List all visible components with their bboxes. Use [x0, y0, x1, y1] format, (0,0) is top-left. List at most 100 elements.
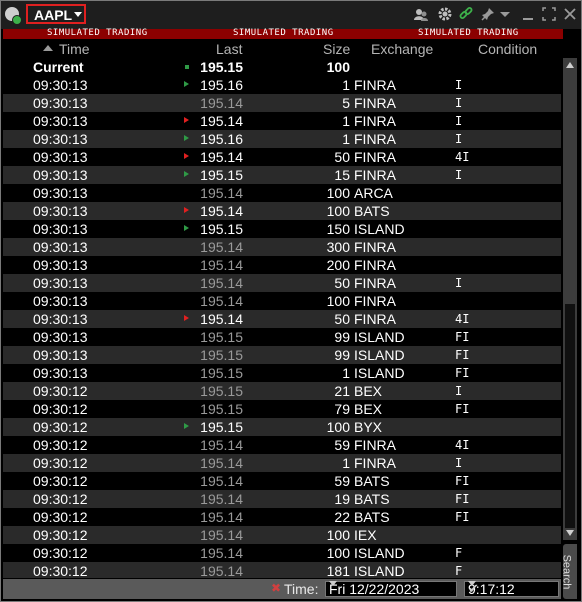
table-row[interactable]: 09:30:12 195.14 59 FINRA 4I	[3, 436, 561, 454]
time-and-sales-window: AAPL SIMULATED TRADING SIMULATED TRADING…	[0, 0, 582, 602]
trade-time: 09:30:12	[33, 437, 88, 453]
menu-caret-icon[interactable]	[498, 7, 512, 21]
trade-last: 195.16	[200, 131, 243, 147]
table-row[interactable]: 09:30:12 195.14 59 BATS FI	[3, 472, 561, 490]
clear-filter-icon[interactable]: ✖	[271, 581, 281, 595]
downtick-icon	[184, 117, 189, 123]
table-row[interactable]: 09:30:12 195.14 22 BATS FI	[3, 508, 561, 526]
trade-exchange: FINRA	[354, 455, 396, 471]
check-icon[interactable]: ✔	[468, 581, 479, 597]
link-icon[interactable]	[459, 7, 473, 21]
scrollbar-thumb[interactable]	[565, 304, 575, 528]
table-row[interactable]: 09:30:13 195.16 1 FINRA I	[3, 76, 561, 94]
banner-text: SIMULATED TRADING	[418, 28, 519, 38]
table-row[interactable]: 09:30:13 195.15 15 FINRA I	[3, 166, 561, 184]
table-row[interactable]: 09:30:13 195.14 50 FINRA 4I	[3, 148, 561, 166]
column-header-exchange[interactable]: Exchange	[371, 41, 433, 57]
trade-time: 09:30:13	[33, 203, 88, 219]
downtick-icon	[184, 207, 189, 213]
search-tab-label: Search	[560, 554, 573, 590]
trade-condition: FI	[455, 402, 470, 416]
table-row[interactable]: 09:30:13 195.15 150 ISLAND	[3, 220, 561, 238]
trade-exchange: FINRA	[354, 149, 396, 165]
sort-ascending-icon[interactable]	[43, 45, 53, 51]
table-row[interactable]: 09:30:13 195.14 5 FINRA I	[3, 94, 561, 112]
column-header-last[interactable]: Last	[216, 41, 242, 57]
maximize-icon[interactable]	[542, 7, 556, 21]
table-row[interactable]: 09:30:13 195.16 1 FINRA I	[3, 130, 561, 148]
column-header-time[interactable]: Time	[59, 41, 90, 57]
current-last: 195.15	[200, 59, 243, 75]
table-row[interactable]: 09:30:13 195.15 1 ISLAND FI	[3, 364, 561, 382]
trade-exchange: ISLAND	[354, 329, 405, 345]
trade-condition: 4I	[455, 150, 470, 164]
table-row[interactable]: 09:30:13 195.14 50 FINRA I	[3, 274, 561, 292]
table-row[interactable]: 09:30:12 195.14 181 ISLAND F	[3, 562, 561, 578]
trade-condition: FI	[455, 330, 470, 344]
column-header-condition[interactable]: Condition	[478, 41, 537, 57]
trade-exchange: ISLAND	[354, 365, 405, 381]
trade-exchange: FINRA	[354, 437, 396, 453]
trade-last: 195.14	[200, 563, 243, 578]
table-row[interactable]: 09:30:13 195.14 200 FINRA	[3, 256, 561, 274]
pin-icon[interactable]	[481, 7, 495, 21]
table-row[interactable]: 09:30:13 195.14 1 FINRA I	[3, 112, 561, 130]
table-row[interactable]: 09:30:13 195.14 50 FINRA 4I	[3, 310, 561, 328]
table-row[interactable]: 09:30:12 195.14 1 FINRA I	[3, 454, 561, 472]
minimize-icon[interactable]	[521, 7, 535, 21]
search-side-tab[interactable]: Search	[560, 544, 577, 599]
symbol-label: AAPL	[34, 7, 73, 23]
trade-last: 195.14	[200, 473, 243, 489]
trade-size: 59	[334, 473, 350, 489]
trade-last: 195.14	[200, 203, 243, 219]
trade-time: 09:30:13	[33, 311, 88, 327]
trade-size: 100	[326, 185, 350, 201]
table-row[interactable]: 09:30:13 195.15 99 ISLAND FI	[3, 328, 561, 346]
trade-condition: F	[455, 564, 463, 578]
trade-condition: I	[455, 132, 463, 146]
scroll-up-icon[interactable]	[566, 62, 574, 68]
table-row[interactable]: 09:30:12 195.15 21 BEX I	[3, 382, 561, 400]
table-row[interactable]: 09:30:13 195.14 100 FINRA	[3, 292, 561, 310]
table-row[interactable]: 09:30:13 195.14 100 BATS	[3, 202, 561, 220]
current-size: 100	[326, 59, 350, 75]
table-row[interactable]: 09:30:12 195.14 19 BATS FI	[3, 490, 561, 508]
symbol-selector[interactable]: AAPL	[26, 4, 86, 24]
table-row[interactable]: 09:30:13 195.14 300 FINRA	[3, 238, 561, 256]
table-row[interactable]: 09:30:12 195.15 79 BEX FI	[3, 400, 561, 418]
trade-size: 99	[334, 347, 350, 363]
trade-size: 150	[326, 221, 350, 237]
trade-time: 09:30:13	[33, 95, 88, 111]
table-row[interactable]: 09:30:12 195.14 100 IEX	[3, 526, 561, 544]
trade-last: 195.15	[200, 419, 243, 435]
time-picker[interactable]: 9:17:12 ✔	[464, 581, 559, 597]
trade-exchange: FINRA	[354, 167, 396, 183]
users-icon[interactable]	[414, 7, 428, 21]
trade-time: 09:30:12	[33, 455, 88, 471]
trades-table: Current 195.15 100 09:30:13 195.16 1 FINRA I…	[3, 58, 561, 578]
trade-time: 09:30:12	[33, 527, 88, 543]
column-header-size[interactable]: Size	[323, 41, 350, 57]
table-row[interactable]: 09:30:12 195.14 100 ISLAND F	[3, 544, 561, 562]
scroll-down-icon[interactable]	[566, 530, 574, 536]
date-picker[interactable]: Fri 12/22/2023	[325, 581, 457, 597]
trade-size: 1	[342, 113, 350, 129]
gear-icon[interactable]	[438, 7, 452, 21]
table-row[interactable]: 09:30:12 195.15 100 BYX	[3, 418, 561, 436]
trade-condition: I	[455, 96, 463, 110]
trade-time: 09:30:12	[33, 491, 88, 507]
vertical-scrollbar[interactable]	[563, 58, 577, 540]
trade-time: 09:30:13	[33, 329, 88, 345]
trade-condition: I	[455, 384, 463, 398]
current-row: Current 195.15 100	[3, 58, 561, 76]
chevron-down-icon[interactable]	[329, 581, 337, 586]
trade-exchange: IEX	[354, 527, 377, 543]
trade-last: 195.15	[200, 383, 243, 399]
uptick-icon	[184, 81, 189, 87]
trade-last: 195.14	[200, 437, 243, 453]
table-row[interactable]: 09:30:13 195.14 100 ARCA	[3, 184, 561, 202]
tick-neutral-icon	[185, 65, 189, 69]
close-icon[interactable]	[563, 7, 577, 21]
trade-exchange: FINRA	[354, 275, 396, 291]
table-row[interactable]: 09:30:13 195.15 99 ISLAND FI	[3, 346, 561, 364]
